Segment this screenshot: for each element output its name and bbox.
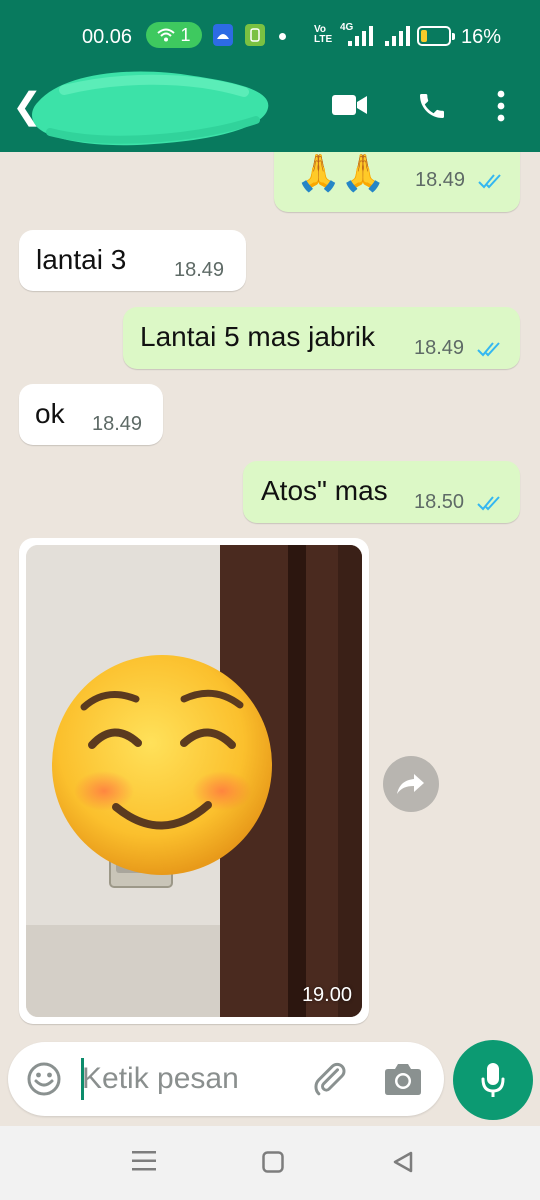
home-icon[interactable] [262, 1151, 284, 1173]
message-composer [8, 1042, 444, 1116]
hotspot-count: 1 [180, 24, 191, 45]
message-text: ok [35, 398, 65, 429]
forward-icon [397, 774, 424, 794]
chat-area[interactable]: 🙏🙏 18.49 lantai 3 18.49 Lantai 5 mas jab… [0, 152, 540, 1034]
hotspot-icon [157, 28, 176, 42]
signal-icon-1 [348, 26, 373, 46]
recent-apps-icon[interactable] [132, 1150, 156, 1172]
photo-message[interactable]: 19.00 [26, 545, 362, 1017]
message-incoming[interactable]: lantai 3 18.49 [19, 230, 246, 291]
notification-dot-icon [279, 33, 286, 40]
mic-icon [481, 1063, 505, 1097]
video-call-icon[interactable] [332, 93, 368, 117]
message-text: 🙏🙏 [296, 152, 386, 193]
signal-icon-2 [385, 26, 410, 46]
message-incoming[interactable]: ok 18.49 [19, 384, 163, 445]
battery-icon [417, 26, 455, 46]
message-outgoing[interactable]: Atos" mas 18.50 [243, 461, 520, 523]
photo-image [26, 545, 362, 1017]
message-time: 18.49 [414, 337, 465, 359]
message-time: 18.50 [414, 491, 465, 513]
volte-indicator: Vo LTE [314, 24, 333, 45]
read-ticks-icon [477, 496, 500, 511]
voice-call-icon[interactable] [416, 90, 448, 122]
attach-icon[interactable] [310, 1059, 350, 1099]
chat-header: 00.06 1 Vo LTE 4G 16% ❮ [0, 0, 540, 152]
message-text: Lantai 5 mas jabrik [140, 321, 376, 352]
mic-button[interactable] [453, 1040, 533, 1120]
read-ticks-icon [478, 174, 501, 189]
message-input[interactable] [82, 1060, 292, 1098]
system-navigation-bar [0, 1126, 540, 1200]
android-notification-icon [213, 24, 233, 46]
hotspot-indicator: 1 [146, 22, 202, 48]
back-icon[interactable] [392, 1151, 414, 1173]
status-bar: 00.06 1 Vo LTE 4G 16% [0, 16, 540, 56]
message-time: 18.49 [174, 259, 225, 281]
message-time: 19.00 [301, 984, 352, 1006]
forward-button[interactable] [383, 756, 439, 812]
more-options-icon[interactable] [496, 90, 506, 122]
message-time: 18.49 [92, 413, 143, 435]
message-outgoing[interactable]: 🙏🙏 18.49 [274, 152, 520, 212]
battery-percent: 16% [461, 26, 502, 48]
message-text: lantai 3 [36, 244, 127, 275]
camera-icon[interactable] [384, 1061, 422, 1097]
message-time: 18.49 [415, 169, 466, 191]
message-outgoing[interactable]: Lantai 5 mas jabrik 18.49 [123, 307, 520, 369]
emoji-icon[interactable] [26, 1061, 62, 1097]
redacted-contact-name [32, 71, 269, 146]
app-notification-icon [245, 24, 265, 46]
status-time: 00.06 [82, 26, 133, 48]
read-ticks-icon [477, 342, 500, 357]
message-text: Atos" mas [261, 475, 388, 506]
